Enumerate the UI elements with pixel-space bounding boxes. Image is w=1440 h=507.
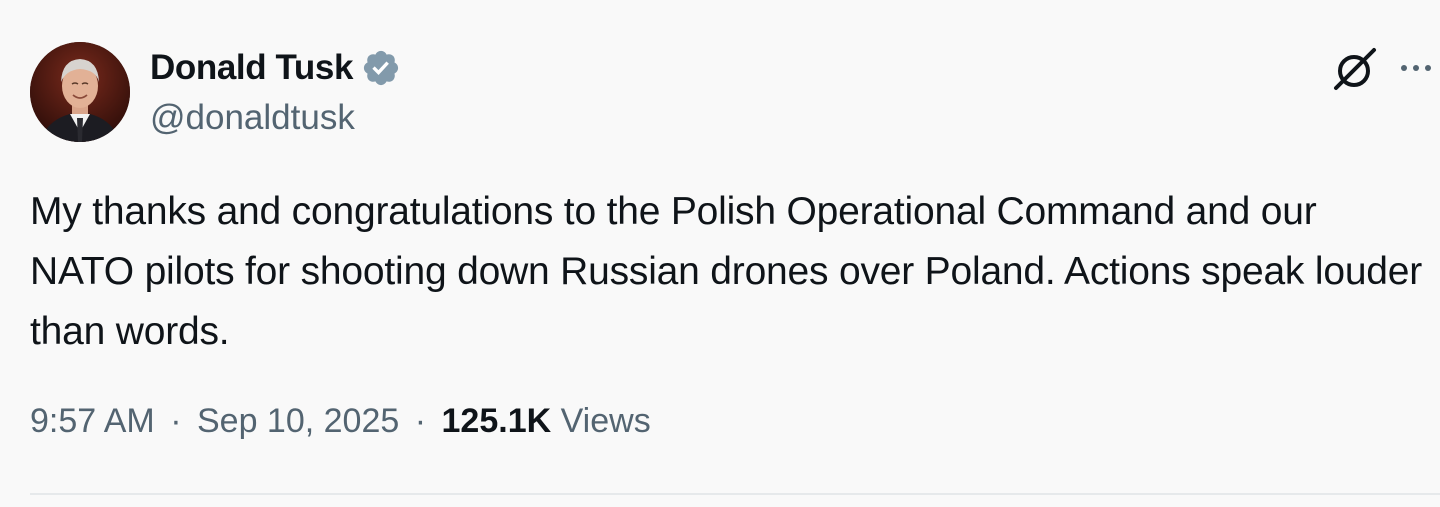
tweet-card: Donald Tusk @donaldtusk My thanks and co… <box>0 0 1440 507</box>
views-count[interactable]: 125.1K <box>442 402 552 440</box>
tweet-time[interactable]: 9:57 AM <box>30 402 155 440</box>
divider <box>30 493 1440 495</box>
views-label[interactable]: Views <box>561 402 651 440</box>
tweet-date[interactable]: Sep 10, 2025 <box>197 402 399 440</box>
separator-dot: · <box>170 402 182 440</box>
author-name-row: Donald Tusk <box>150 46 401 90</box>
verified-badge-icon[interactable] <box>361 48 401 88</box>
grok-button[interactable] <box>1330 44 1380 94</box>
tweet-metadata: 9:57 AM · Sep 10, 2025 · 125.1K Views <box>30 402 651 441</box>
tweet-text: My thanks and congratulations to the Pol… <box>30 190 1423 353</box>
avatar[interactable] <box>30 42 130 142</box>
author-display-name[interactable]: Donald Tusk <box>150 48 353 88</box>
more-options-button[interactable] <box>1396 50 1436 86</box>
separator-dot: · <box>414 402 427 440</box>
profile-photo-icon <box>30 42 130 142</box>
more-horizontal-icon <box>1401 65 1431 71</box>
grok-slash-circle-icon <box>1334 48 1376 90</box>
author-handle[interactable]: @donaldtusk <box>150 98 355 138</box>
